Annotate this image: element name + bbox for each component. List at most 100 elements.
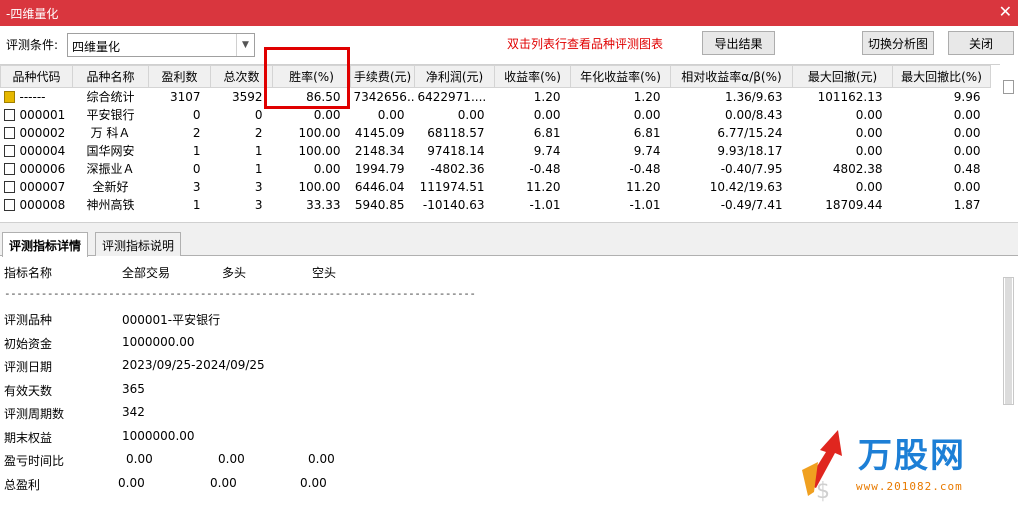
cell-value: 0 bbox=[192, 107, 201, 122]
cell-value: 0.00 bbox=[855, 143, 883, 158]
table-row[interactable]: 000001 平安银行 0 0 0.00 0.00 0.00 0.00 0.00 0.00/8.4… bbox=[1, 106, 991, 124]
table-scrollbar[interactable] bbox=[1003, 80, 1014, 94]
column-header[interactable]: 净利润(元) bbox=[414, 65, 495, 88]
panel-splitter[interactable] bbox=[0, 222, 1018, 230]
detail-item-label: 期末权益 bbox=[4, 430, 53, 445]
condition-label: 评测条件: bbox=[6, 38, 59, 52]
column-header[interactable]: 最大回撤(元) bbox=[792, 65, 893, 88]
detail-item-label: 盈亏时间比 bbox=[4, 454, 65, 468]
cell-value: 0.00 bbox=[377, 107, 405, 122]
cell-value: 0.00/8.43 bbox=[725, 107, 783, 122]
cell-value: 11.20 bbox=[526, 179, 561, 194]
column-header[interactable]: 最大回撤比(%) bbox=[892, 65, 991, 88]
cell-name: 综合统计 bbox=[86, 90, 135, 105]
cell-name: 深振业Ａ bbox=[86, 162, 135, 176]
watermark-logo: $ 万股网 www.201082.com bbox=[798, 422, 998, 504]
cell-value: 6422971.... bbox=[417, 89, 487, 104]
win-rate-highlight-box bbox=[264, 47, 350, 109]
detail-item-value: 0.00 bbox=[300, 475, 327, 490]
cell-value: 11.20 bbox=[626, 179, 661, 194]
detail-header-short: 空头 bbox=[312, 266, 337, 280]
table-row[interactable]: 000004 国华网安 1 1 100.00 2148.34 97418.14 9.74 9.7… bbox=[1, 142, 991, 160]
export-results-button[interactable]: 导出结果 bbox=[702, 31, 775, 55]
row-icon bbox=[3, 144, 15, 157]
cell-value: 1.36/9.63 bbox=[725, 89, 783, 104]
cell-value: 6.81 bbox=[633, 125, 661, 140]
column-header[interactable]: 相对收益率α/β(%) bbox=[670, 65, 793, 88]
hint-text: 双击列表行查看品种评测图表 bbox=[507, 37, 664, 51]
detail-scrollbar[interactable] bbox=[1003, 277, 1014, 405]
column-header[interactable]: 年化收益率(%) bbox=[570, 65, 671, 88]
tab-indicator-explanation[interactable]: 评测指标说明 bbox=[95, 232, 182, 256]
row-icon bbox=[3, 162, 15, 175]
cell-code-text: 000007 bbox=[19, 179, 66, 194]
cell-value: 101162.13 bbox=[817, 89, 883, 104]
row-icon bbox=[3, 108, 15, 121]
cell-value: 0.00 bbox=[855, 179, 883, 194]
cell-value: 1.20 bbox=[533, 89, 561, 104]
cell-value: 9.93/18.17 bbox=[717, 143, 783, 158]
cell-value: 6.77/15.24 bbox=[717, 125, 783, 140]
cell-value: -10140.63 bbox=[422, 197, 485, 212]
window-title: -四维量化 bbox=[6, 7, 59, 21]
table-row[interactable]: 000008 神州高铁 1 3 33.33 5940.85 -10140.63 -1.01 -1… bbox=[1, 196, 991, 214]
detail-item-value: 0.00 bbox=[218, 452, 245, 466]
cell-value: 7342656.... bbox=[353, 89, 415, 104]
cell-name: 万 科Ａ bbox=[90, 126, 131, 140]
cell-value: 3 bbox=[192, 179, 201, 194]
cell-value: 2148.34 bbox=[354, 143, 405, 158]
detail-tabs: 评测指标详情 评测指标说明 bbox=[0, 230, 1018, 257]
detail-item-label: 总盈利 bbox=[4, 477, 41, 492]
detail-item-value: 0.00 bbox=[210, 475, 237, 490]
close-button[interactable]: 关闭 bbox=[948, 31, 1014, 55]
detail-item-value: 1000000.00 bbox=[122, 334, 195, 349]
summary-row[interactable]: ------综合统计3107359286.507342656....642297… bbox=[1, 88, 991, 106]
results-table: 品种代码 品种名称 盈利数 总次数 胜率(%) 手续费(元) 净利润(元) 收益率(%) 年化收… bbox=[0, 64, 1000, 222]
cell-value: 1 bbox=[254, 161, 263, 176]
cell-value: 3 bbox=[254, 197, 263, 212]
cell-value: 2 bbox=[192, 125, 201, 140]
table-row[interactable]: 000007 全新好 3 3 100.00 6446.04 111974.51 11.20 11… bbox=[1, 178, 991, 196]
table-row[interactable]: 000002 万 科Ａ 2 2 100.00 4145.09 68118.57 6.81 6.8… bbox=[1, 124, 991, 142]
column-header[interactable]: 盈利数 bbox=[148, 65, 211, 88]
detail-item-value: 342 bbox=[122, 405, 145, 419]
switch-chart-button[interactable]: 切换分析图 bbox=[862, 31, 934, 55]
close-icon[interactable]: ✕ bbox=[999, 3, 1012, 21]
column-header[interactable]: 品种名称 bbox=[72, 65, 149, 88]
cell-value: 0.00 bbox=[953, 107, 981, 122]
watermark-brand: 万股网 bbox=[858, 436, 966, 476]
column-header[interactable]: 手续费(元) bbox=[350, 65, 415, 88]
cell-code-text: 000008 bbox=[19, 197, 66, 212]
detail-item-value: 365 bbox=[122, 381, 145, 396]
detail-item-label: 初始资金 bbox=[4, 336, 53, 351]
tab-indicator-details[interactable]: 评测指标详情 bbox=[2, 232, 89, 257]
cell-value: 100.00 bbox=[298, 179, 341, 194]
cell-value: -4802.36 bbox=[430, 161, 485, 176]
row-icon bbox=[3, 180, 15, 193]
condition-select[interactable]: 四维量化 ▼ bbox=[67, 33, 255, 57]
cell-value: 18709.44 bbox=[825, 197, 883, 212]
cell-value: 1 bbox=[192, 197, 201, 212]
cell-value: 0.00 bbox=[457, 107, 485, 122]
cell-value: 111974.51 bbox=[419, 179, 485, 194]
detail-item-label: 评测周期数 bbox=[4, 407, 65, 421]
title-bar: -四维量化 ✕ bbox=[0, 0, 1018, 26]
detail-item-value: 1000000.00 bbox=[122, 428, 195, 443]
detail-header-name: 指标名称 bbox=[4, 266, 53, 280]
cell-value: 4145.09 bbox=[354, 125, 405, 140]
chevron-down-icon[interactable]: ▼ bbox=[236, 34, 254, 56]
column-header[interactable]: 品种代码 bbox=[0, 65, 73, 88]
arrow-logo-icon: $ bbox=[802, 430, 842, 504]
cell-code-text: ------ bbox=[19, 89, 46, 104]
column-header[interactable]: 收益率(%) bbox=[494, 65, 571, 88]
table-row[interactable]: 000006 深振业Ａ 0 1 0.00 1994.79 -4802.36 -0.48 -0.4… bbox=[1, 160, 991, 178]
cell-value: 2 bbox=[254, 125, 263, 140]
scrollbar-thumb[interactable] bbox=[1005, 278, 1012, 404]
detail-header-long: 多头 bbox=[222, 266, 247, 280]
cell-value: 1.20 bbox=[633, 89, 661, 104]
detail-header-all: 全部交易 bbox=[122, 266, 171, 280]
detail-item-value: 0.00 bbox=[308, 452, 335, 466]
cell-code-text: 000001 bbox=[19, 107, 66, 122]
detail-item-value: 000001-平安银行 bbox=[122, 313, 221, 327]
cell-value: 100.00 bbox=[298, 143, 341, 158]
